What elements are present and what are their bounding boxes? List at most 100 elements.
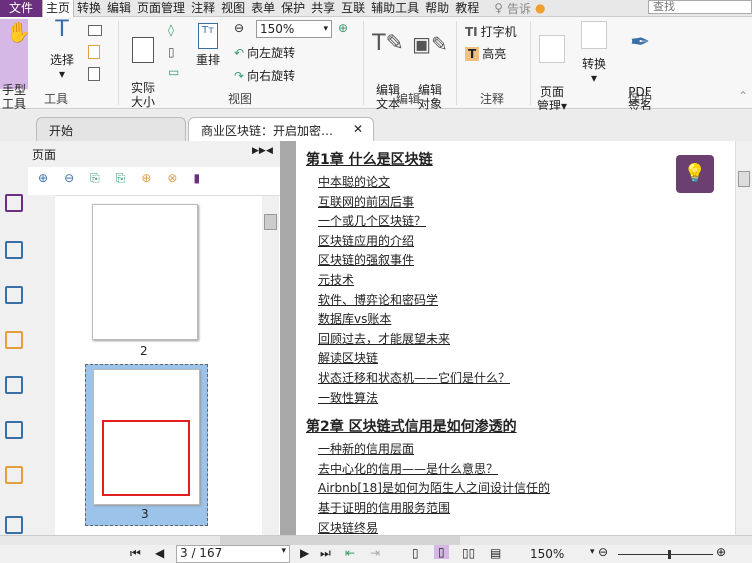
menu-tutorial[interactable]: 教程 [452,0,482,17]
more-panel-icon[interactable] [5,516,23,534]
comments-icon[interactable] [5,331,23,349]
bookmark-page-icon[interactable] [88,67,100,81]
continuous-facing-icon[interactable]: ▤ [490,546,501,560]
lightbulb-icon[interactable]: ♀ [494,1,503,15]
toc-link[interactable]: 互联网的前因后事 [318,193,414,210]
tab-document[interactable]: 商业区块链：开启加密… ✕ [188,117,374,141]
toc-link[interactable]: 元技术 [318,271,354,288]
page-input[interactable]: 3 / 167 ▾ [176,545,290,563]
fit-width-icon[interactable]: ◊ [168,23,174,37]
toc-link[interactable]: 基于证明的信用服务范围 [318,499,450,516]
layers-icon[interactable] [5,286,23,304]
page-label-icon[interactable]: ▮ [193,171,200,191]
lock-icon[interactable] [5,466,23,484]
zoom-in-icon[interactable]: ⊕ [338,21,348,35]
toc-link[interactable]: 区块链终易 [318,519,378,535]
page-thumbnail-2[interactable] [92,204,198,340]
tell-me[interactable]: 告诉 [507,0,531,17]
vertical-scrollbar[interactable] [735,141,752,535]
tab-start[interactable]: 开始 [36,117,186,141]
zoom-out-icon[interactable]: ⊖ [234,21,244,35]
replace-page-icon[interactable]: ⎘ [116,171,126,191]
menu-file[interactable]: 文件 [0,0,42,17]
zoom-level[interactable]: 150% [530,547,564,561]
close-tab-icon[interactable]: ✕ [353,122,363,136]
add-page-icon[interactable]: ⊕ [141,171,151,191]
toc-link[interactable]: 解读区块链 [318,349,378,366]
convert-button[interactable]: 转换 ▾ [576,21,612,85]
last-page-button[interactable]: ⏭ [320,546,331,561]
hand-tool-button[interactable]: ✋ 手型 工具 [0,19,31,111]
menu-page-manage[interactable]: 页面管理 [134,0,188,17]
next-view-icon[interactable]: ⇥ [370,546,380,560]
menu-home[interactable]: 主页 [42,0,75,17]
menu-share[interactable]: 共享 [308,0,338,17]
reflow-button[interactable]: Tт 重排 [192,23,224,67]
menu-view[interactable]: 视图 [218,0,248,17]
fit-page-icon[interactable]: ▯ [168,45,175,59]
menu-protect[interactable]: 保护 [278,0,308,17]
toc-link[interactable]: 区块链应用的介绍 [318,232,414,249]
rotate-left-button[interactable]: ↶ 向左旋转 [234,44,295,61]
toc-link[interactable]: 数据库vs账本 [318,310,391,327]
toc-link[interactable]: 中本聪的论文 [318,173,390,190]
toc-link[interactable]: 状态迁移和状态机——它们是什么？ [318,369,510,386]
rotate-right-button[interactable]: ↷ 向右旋转 [234,67,295,84]
zoom-dropdown-icon[interactable]: ▾ [590,547,595,557]
highlight-button[interactable]: T 高亮 [465,45,506,62]
first-page-button[interactable]: ⏮ [130,546,141,561]
toc-link[interactable]: 一致性算法 [318,389,378,406]
insert-page-icon[interactable]: ⎘ [90,171,100,191]
menu-edit[interactable]: 编辑 [104,0,134,17]
thumbnail-list: 2 3 [55,195,280,563]
prev-page-button[interactable]: ◀ [155,546,164,560]
signature-icon[interactable] [5,421,23,439]
toc-link[interactable]: 一个或几个区块链？ [318,212,426,229]
zoom-out-button[interactable]: ⊖ [598,545,608,559]
collapse-ribbon-icon[interactable]: ⌃ [738,89,748,103]
pages-icon[interactable] [5,241,23,259]
zoom-out-page-icon[interactable]: ⊖ [64,171,74,191]
menu-comment[interactable]: 注释 [188,0,218,17]
expand-panel-icon[interactable]: ▶▶ [252,146,266,156]
snapshot-icon[interactable] [88,25,102,36]
page-thumbnail-3-selected[interactable]: 3 [85,364,208,526]
clipboard-icon[interactable] [88,45,100,59]
menu-convert[interactable]: 转换 [74,0,104,17]
zoom-select[interactable]: 150% ▾ [256,20,332,38]
menu-accessibility[interactable]: 辅助工具 [368,0,422,17]
thumbnail-scrollbar[interactable] [262,196,279,536]
page-manage-button[interactable]: 页面 管理▾ [533,21,571,113]
actual-size-button[interactable]: 实际 大小 [126,23,160,109]
toc-link[interactable]: Airbnb[18]是如何为陌生人之间设计信任的 [318,479,550,496]
delete-page-icon[interactable]: ⊗ [167,171,177,191]
toc-link[interactable]: 回顾过去，才能展望未来 [318,330,450,347]
next-page-button[interactable]: ▶ [300,546,309,560]
zoom-in-button[interactable]: ⊕ [716,545,726,559]
chapter-heading[interactable]: 第2章 区块链式信用是如何渗透的 [306,416,517,436]
toc-link[interactable]: 区块链的强叙事件 [318,251,414,268]
toc-link[interactable]: 软件、博弈论和密码学 [318,291,438,308]
previous-view-icon[interactable]: ⇤ [345,546,355,560]
facing-page-icon[interactable]: ▯▯ [462,546,475,560]
single-page-icon[interactable]: ▯ [412,546,419,560]
heart-icon[interactable]: ● [535,1,545,15]
zoom-slider[interactable] [618,550,713,559]
zoom-in-page-icon[interactable]: ⊕ [38,171,48,191]
menu-connect[interactable]: 互联 [338,0,368,17]
lightbulb-tip-button[interactable]: 💡 [676,155,714,193]
fit-visible-icon[interactable]: ▭ [168,65,179,79]
typewriter-button[interactable]: TI 打字机 [465,23,517,40]
toc-link[interactable]: 一种新的信用层面 [318,440,414,457]
toc-link[interactable]: 去中心化的信用——是什么意思？ [318,460,498,477]
attachment-icon[interactable] [5,376,23,394]
select-button[interactable]: T 选择 ▾ [46,19,78,82]
search-input[interactable] [648,0,752,14]
menu-help[interactable]: 帮助 [422,0,452,17]
menu-form[interactable]: 表单 [248,0,278,17]
continuous-page-icon[interactable]: ▯ [434,545,449,559]
chapter-heading[interactable]: 第1章 什么是区块链 [306,149,433,169]
horizontal-scrollbar[interactable] [0,535,752,545]
collapse-panel-icon[interactable]: ◀ [266,146,273,156]
bookmark-icon[interactable] [5,194,23,212]
